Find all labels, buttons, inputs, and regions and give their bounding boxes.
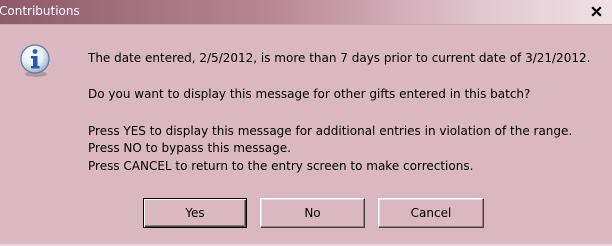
yes-button[interactable]: Yes bbox=[143, 198, 247, 228]
info-icon bbox=[17, 43, 53, 79]
message-line-no-help: Press NO to bypass this message. bbox=[88, 141, 291, 155]
title-divider bbox=[0, 24, 612, 25]
message-line-cancel-help: Press CANCEL to return to the entry scre… bbox=[88, 159, 474, 173]
message-line-date: The date entered, 2/5/2012, is more than… bbox=[88, 51, 591, 65]
message-line-yes-help: Press YES to display this message for ad… bbox=[88, 124, 573, 138]
title-bar[interactable]: Contributions bbox=[0, 0, 612, 24]
no-button[interactable]: No bbox=[260, 198, 365, 228]
dialog-title: Contributions bbox=[0, 4, 80, 18]
dialog-window: Contributions The date entered, 2/5/2012… bbox=[0, 0, 612, 246]
close-button[interactable] bbox=[585, 3, 609, 21]
message-line-question: Do you want to display this message for … bbox=[88, 87, 531, 101]
close-icon bbox=[591, 6, 602, 17]
cancel-button[interactable]: Cancel bbox=[378, 198, 484, 228]
